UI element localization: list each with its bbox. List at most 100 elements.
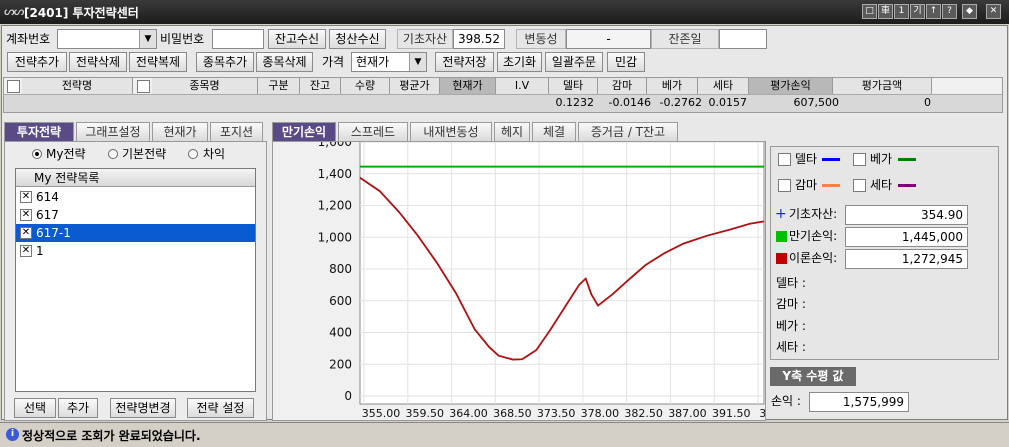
tab-execution[interactable]: 체결: [532, 122, 576, 141]
reset-button[interactable]: 초기화: [497, 52, 542, 72]
car-icon[interactable]: 車: [878, 4, 893, 19]
copy-strategy-button[interactable]: 전략복제: [129, 52, 187, 72]
tab-strategy[interactable]: 투자전략: [4, 122, 74, 141]
strategy-list-header: My 전략목록: [16, 169, 255, 187]
tab-position[interactable]: 포지션: [210, 122, 263, 141]
strategy-list-item[interactable]: ✕ 617: [16, 206, 255, 224]
grid-check-items[interactable]: [137, 80, 150, 93]
radio-arbitrage[interactable]: [188, 149, 198, 159]
y-tick-label: 1,600: [318, 142, 352, 149]
delta-checkbox[interactable]: [778, 153, 791, 166]
info-icon: i: [6, 428, 19, 441]
strategy-item-checkbox[interactable]: ✕: [20, 209, 32, 221]
sum-eval-pnl: 607,500: [793, 96, 840, 109]
radio-arbitrage-label: 차익: [203, 147, 226, 161]
vega-legend-swatch: [898, 158, 916, 161]
y-tick-label: 1,400: [318, 167, 352, 181]
one-icon[interactable]: 1: [894, 4, 909, 19]
sensitivity-button[interactable]: 민감: [607, 52, 645, 72]
gi-icon[interactable]: 기: [910, 4, 925, 19]
radio-basic-strategy-label: 기본전략: [122, 147, 167, 161]
x-tick-label: 378.00: [581, 407, 620, 420]
col-quantity: 수량: [341, 78, 390, 94]
help-icon[interactable]: ?: [942, 4, 957, 19]
radio-basic-strategy[interactable]: [108, 149, 118, 159]
strategy-settings-button[interactable]: 전략 설정: [187, 398, 254, 418]
pnl-value: 1,575,999: [809, 392, 909, 412]
save-strategy-button[interactable]: 전략저장: [435, 52, 494, 72]
up-arrow-icon[interactable]: ↑: [926, 4, 941, 19]
grid-check-all[interactable]: [7, 80, 20, 93]
add-item-button[interactable]: 종목추가: [196, 52, 254, 72]
radio-my-strategy-label: My전략: [46, 147, 86, 161]
greek-delta-label: 델타 :: [776, 276, 806, 290]
title-bar: ᔕᔕ [2401] 투자전략센터 □ 車 1 기 ↑ ? ◆ ✕: [0, 0, 1009, 24]
theta-legend-label: 세타: [870, 178, 893, 192]
gamma-legend-swatch: [822, 184, 840, 187]
recv-settle-button[interactable]: 청산수신: [329, 29, 386, 49]
strategy-item-checkbox[interactable]: ✕: [20, 245, 32, 257]
bulk-order-button[interactable]: 일괄주문: [545, 52, 603, 72]
vega-checkbox[interactable]: [853, 153, 866, 166]
password-field[interactable]: [212, 29, 264, 49]
tab-implied-vol[interactable]: 내재변동성: [410, 122, 492, 141]
delta-legend-swatch: [822, 158, 840, 161]
tab-spread[interactable]: 스프레드: [338, 122, 408, 141]
close-icon[interactable]: ✕: [986, 4, 1001, 19]
base-asset-value: 398.52: [453, 29, 505, 49]
x-tick-label: 368.50: [493, 407, 532, 420]
tab-graph-settings[interactable]: 그래프설정: [76, 122, 150, 141]
minimize-icon[interactable]: ◆: [962, 4, 977, 19]
y-tick-label: 0: [344, 389, 352, 403]
chevron-down-icon[interactable]: ▼: [139, 30, 156, 48]
select-button[interactable]: 선택: [14, 398, 56, 418]
strategy-list-item[interactable]: ✕ 1: [16, 242, 255, 260]
x-tick-label: 355.00: [362, 407, 401, 420]
radio-my-strategy[interactable]: [32, 149, 42, 159]
price-label: 가격: [322, 55, 345, 69]
col-avg-price: 평균가: [390, 78, 440, 94]
rename-strategy-button[interactable]: 전략명변경: [110, 398, 176, 418]
status-message: 정상적으로 조회가 완료되었습니다.: [22, 429, 201, 443]
base-asset-side-label: 기초자산:: [789, 207, 838, 221]
yaxis-value-button[interactable]: Y축 수평 값: [770, 367, 856, 386]
y-tick-label: 200: [329, 357, 352, 371]
y-tick-label: 400: [329, 326, 352, 340]
recv-balance-button[interactable]: 잔고수신: [268, 29, 326, 49]
sum-delta: 0.1232: [555, 96, 595, 109]
volatility-label: 변동성: [516, 29, 566, 49]
gamma-checkbox[interactable]: [778, 179, 791, 192]
col-strategy-name: 전략명: [22, 78, 133, 94]
expiry-pnl-chart[interactable]: 1,600 1,400 1,200 1,000 800 600 400 200 0 355.00 3…: [273, 142, 765, 420]
strategy-item-checkbox[interactable]: ✕: [20, 191, 32, 203]
theta-checkbox[interactable]: [853, 179, 866, 192]
x-tick-label: 382.50: [624, 407, 663, 420]
chevron-down-icon[interactable]: ▼: [409, 53, 426, 71]
theory-pnl-swatch: [776, 253, 787, 264]
tab-hedge[interactable]: 헤지: [494, 122, 530, 141]
tab-margin[interactable]: 증거금 / T잔고: [578, 122, 678, 141]
gamma-legend-label: 감마: [795, 178, 818, 192]
x-tick-label: 396.5: [759, 407, 765, 420]
tab-current-price[interactable]: 현재가: [152, 122, 208, 141]
base-asset-side-value: 354.90: [845, 205, 968, 225]
col-item-name: 종목명: [152, 78, 258, 94]
password-label: 비밀번호: [160, 32, 205, 46]
remaining-days-value: [719, 29, 767, 49]
strategy-item-checkbox[interactable]: ✕: [20, 227, 32, 239]
strategy-list-item[interactable]: ✕ 617-1: [16, 224, 255, 242]
strategy-item-label: 617-1: [36, 226, 71, 240]
greek-vega-label: 베가 :: [776, 319, 806, 333]
delete-item-button[interactable]: 종목삭제: [256, 52, 313, 72]
account-label: 계좌번호: [6, 32, 51, 46]
col-balance: 잔고: [300, 78, 341, 94]
tab-expiry-pnl[interactable]: 만기손익: [272, 122, 336, 141]
delta-legend-label: 델타: [795, 152, 818, 166]
add-button[interactable]: 추가: [58, 398, 98, 418]
theory-pnl-side-value: 1,272,945: [845, 249, 968, 269]
add-strategy-button[interactable]: 전략추가: [7, 52, 67, 72]
strategy-list-item[interactable]: ✕ 614: [16, 188, 255, 206]
restore-icon[interactable]: □: [862, 4, 877, 19]
expiry-pnl-side-value: 1,445,000: [845, 227, 968, 247]
delete-strategy-button[interactable]: 전략삭제: [69, 52, 127, 72]
